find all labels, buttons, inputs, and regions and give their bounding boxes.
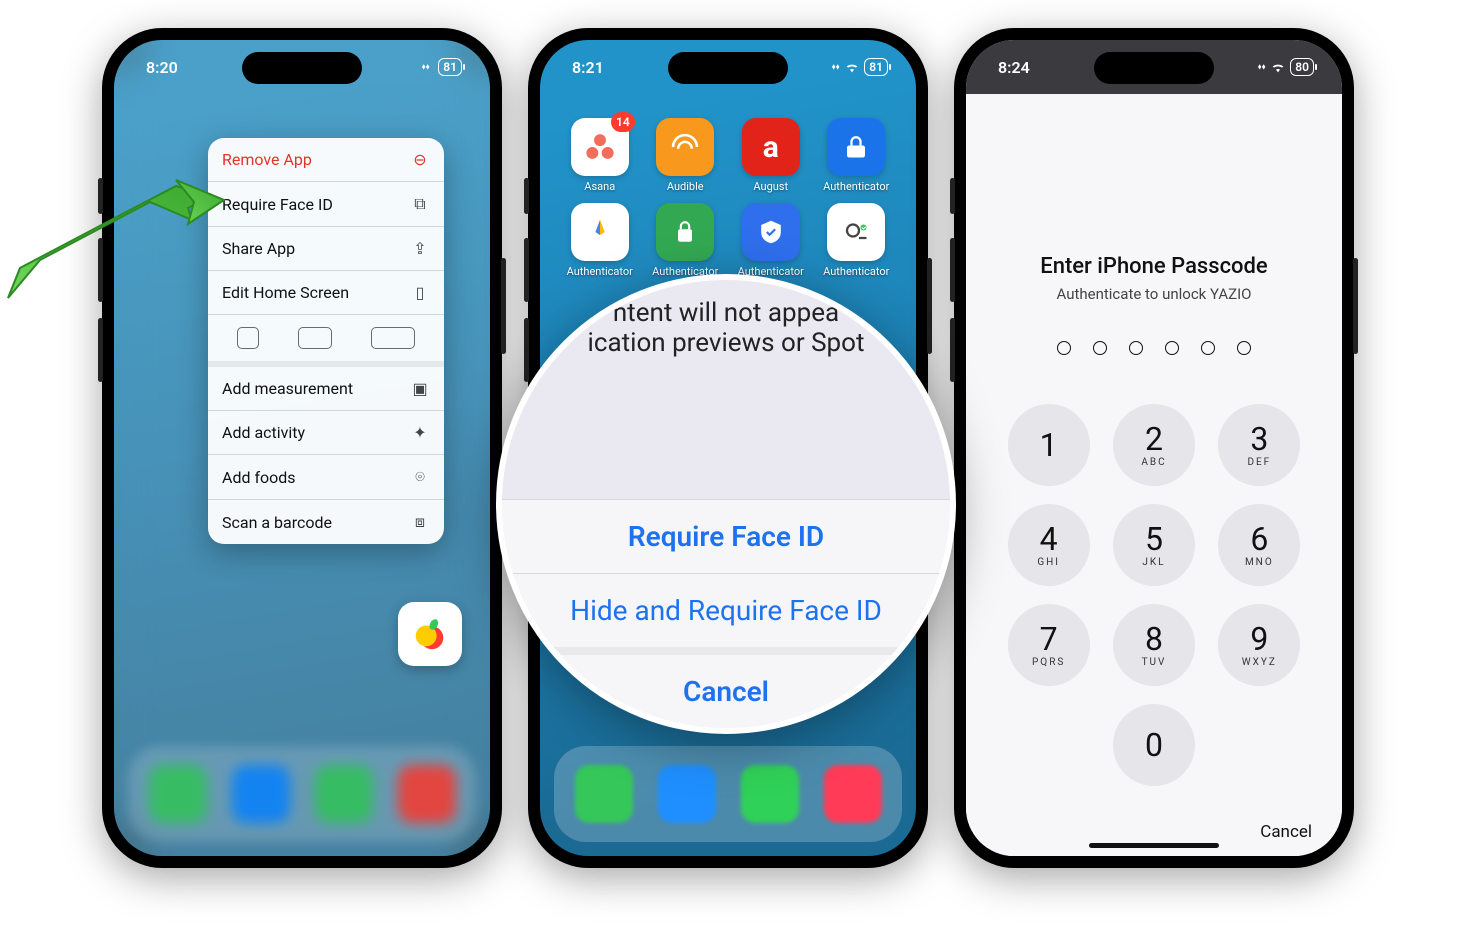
key-7[interactable]: 7PQRS [1008,604,1090,686]
key-2[interactable]: 2ABC [1113,404,1195,486]
battery-indicator: 80 [1290,58,1314,76]
app-asana[interactable]: 14 Asana [558,118,642,193]
passcode-screen: Enter iPhone Passcode Authenticate to un… [966,94,1342,856]
cellular-signal-icon: ⬪⬪ [1258,60,1266,74]
notification-badge: 14 [611,112,635,132]
remove-icon: ⊖ [410,150,430,169]
app-context-menu: Remove App ⊖ Require Face ID ⧉ Share App… [208,138,444,544]
scale-icon: ▣ [410,379,430,398]
key-9[interactable]: 9WXYZ [1218,604,1300,686]
phone-icon: ▯ [410,283,430,302]
share-icon: ⇪ [410,239,430,258]
status-time: 8:24 [998,58,1030,77]
widget-size-row [208,315,444,367]
status-time: 8:20 [146,58,178,77]
dock-music-icon[interactable] [824,765,882,823]
menu-add-activity[interactable]: Add activity ✦ [208,411,444,455]
wifi-icon [844,58,860,77]
option-hide-and-require-face-id[interactable]: Hide and Require Face ID [502,573,950,647]
face-id-icon: ⧉ [410,194,430,214]
app-authenticator-5[interactable]: Authenticator [815,203,899,278]
menu-require-face-id[interactable]: Require Face ID ⧉ [208,182,444,227]
key-5[interactable]: 5JKL [1113,504,1195,586]
key-8[interactable]: 8TUV [1113,604,1195,686]
passcode-cancel-button[interactable]: Cancel [1260,822,1312,842]
zoom-inset: ntent will not appea ication previews or… [496,274,956,734]
app-audible[interactable]: Audible [644,118,728,193]
option-require-face-id[interactable]: Require Face ID [502,499,950,573]
widget-small-icon[interactable] [237,327,259,349]
wifi-icon [1270,58,1286,77]
key-1[interactable]: 1 [1008,404,1090,486]
passcode-title: Enter iPhone Passcode [966,254,1342,279]
dynamic-island [668,52,788,84]
barcode-icon: ⧈ [410,512,430,532]
yazio-app-icon[interactable] [398,602,462,666]
home-app-grid: 14 Asana Audible a August Authenticator … [558,118,898,278]
widget-large-icon[interactable] [371,327,415,349]
passcode-dots [966,341,1342,355]
battery-indicator: 81 [438,58,462,76]
cellular-signal-icon: ⬪⬪ [832,60,840,74]
app-august[interactable]: a August [729,118,813,193]
dock [554,746,902,842]
menu-edit-home-screen[interactable]: Edit Home Screen ▯ [208,271,444,315]
app-authenticator-3[interactable]: Authenticator [644,203,728,278]
battery-indicator: 81 [864,58,888,76]
key-4[interactable]: 4GHI [1008,504,1090,586]
shoe-icon: ✦ [410,423,430,442]
app-authenticator-1[interactable]: Authenticator [815,118,899,193]
annotation-arrow [0,150,230,310]
menu-share-app[interactable]: Share App ⇪ [208,227,444,271]
dynamic-island [1094,52,1214,84]
dock-messages-icon[interactable] [741,765,799,823]
menu-add-foods[interactable]: Add foods ⌾ [208,455,444,500]
dock-phone-icon[interactable] [575,765,633,823]
app-authenticator-2[interactable]: Authenticator [558,203,642,278]
dock [128,746,476,842]
iphone-3: 8:24 ⬪⬪ 80 Enter iPhone Passcode Authent… [954,28,1354,868]
menu-scan-barcode[interactable]: Scan a barcode ⧈ [208,500,444,544]
numeric-keypad: 1 2ABC 3DEF 4GHI 5JKL 6MNO 7PQRS 8TUV 9WXYZ 0 [966,404,1342,786]
apple-icon: ⌾ [410,467,430,487]
home-indicator [1089,843,1219,848]
key-6[interactable]: 6MNO [1218,504,1300,586]
menu-add-measurement[interactable]: Add measurement ▣ [208,367,444,411]
cellular-signal-icon: ⬪⬪ [422,60,430,74]
key-3[interactable]: 3DEF [1218,404,1300,486]
key-0[interactable]: 0 [1113,704,1195,786]
dock-safari-icon[interactable] [658,765,716,823]
passcode-subtitle: Authenticate to unlock YAZIO [966,285,1342,303]
widget-medium-icon[interactable] [298,327,332,349]
dynamic-island [242,52,362,84]
app-authenticator-4[interactable]: Authenticator [729,203,813,278]
status-time: 8:21 [572,58,604,77]
iphone-3-screen: 8:24 ⬪⬪ 80 Enter iPhone Passcode Authent… [966,40,1342,856]
menu-remove-app[interactable]: Remove App ⊖ [208,138,444,182]
